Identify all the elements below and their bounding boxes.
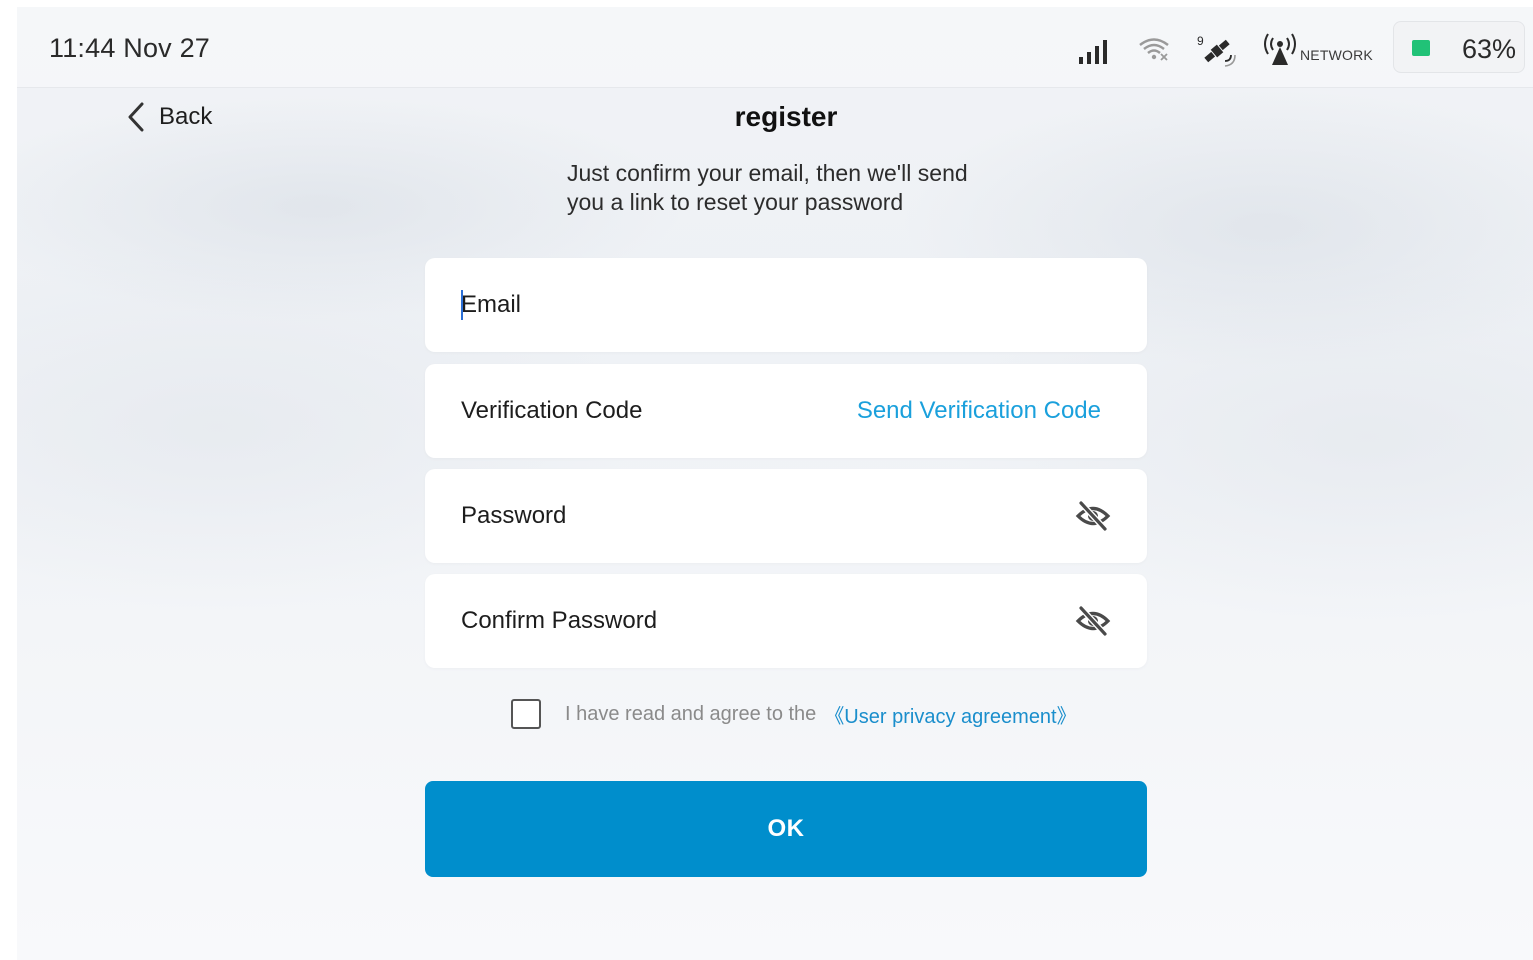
back-button[interactable]: Back	[125, 99, 212, 135]
battery-indicator: 63%	[1393, 21, 1525, 73]
status-bar: 11:44 Nov 27 9 NETWORK 63%	[17, 7, 1533, 88]
network-label: NETWORK	[1300, 47, 1373, 63]
text-caret	[461, 290, 463, 320]
page-title: register	[734, 101, 838, 132]
agreement-checkbox[interactable]	[511, 699, 541, 729]
status-time: 11:44 Nov 27	[49, 33, 211, 63]
send-verification-code-button[interactable]: Send Verification Code	[857, 364, 1101, 458]
eye-off-icon[interactable]	[1075, 499, 1111, 533]
email-input[interactable]	[461, 258, 1061, 352]
page-subtitle: Just confirm your email, then we'll send…	[567, 159, 1027, 217]
email-field[interactable]	[425, 258, 1147, 352]
ok-button[interactable]: OK	[425, 781, 1147, 877]
satellite-icon: 9	[1197, 34, 1236, 67]
confirm-password-field[interactable]	[425, 574, 1147, 668]
password-input[interactable]	[461, 469, 1061, 563]
agreement-row: I have read and agree to the 《User priva…	[511, 699, 1077, 729]
satellite-count: 9	[1197, 34, 1204, 48]
battery-icon	[1412, 40, 1430, 56]
back-label: Back	[159, 103, 213, 130]
verification-code-input[interactable]	[461, 364, 841, 458]
network-antenna-icon	[1264, 33, 1296, 65]
verification-code-field[interactable]: Send Verification Code	[425, 364, 1147, 458]
agreement-text: I have read and agree to the	[565, 702, 817, 725]
subtitle-line-1: Just confirm your email, then we'll send	[567, 160, 968, 186]
signal-icon	[1079, 40, 1107, 64]
confirm-password-input[interactable]	[461, 574, 1061, 668]
screen: 11:44 Nov 27 9 NETWORK 63% Back register…	[17, 7, 1533, 960]
subtitle-line-2: you a link to reset your password	[567, 189, 904, 215]
battery-percent: 63%	[1462, 34, 1517, 64]
chevron-left-icon	[128, 102, 144, 132]
privacy-agreement-link[interactable]: 《User privacy agreement》	[824, 700, 1076, 729]
eye-off-icon[interactable]	[1075, 604, 1111, 638]
password-field[interactable]	[425, 469, 1147, 563]
wifi-icon	[1139, 38, 1169, 61]
